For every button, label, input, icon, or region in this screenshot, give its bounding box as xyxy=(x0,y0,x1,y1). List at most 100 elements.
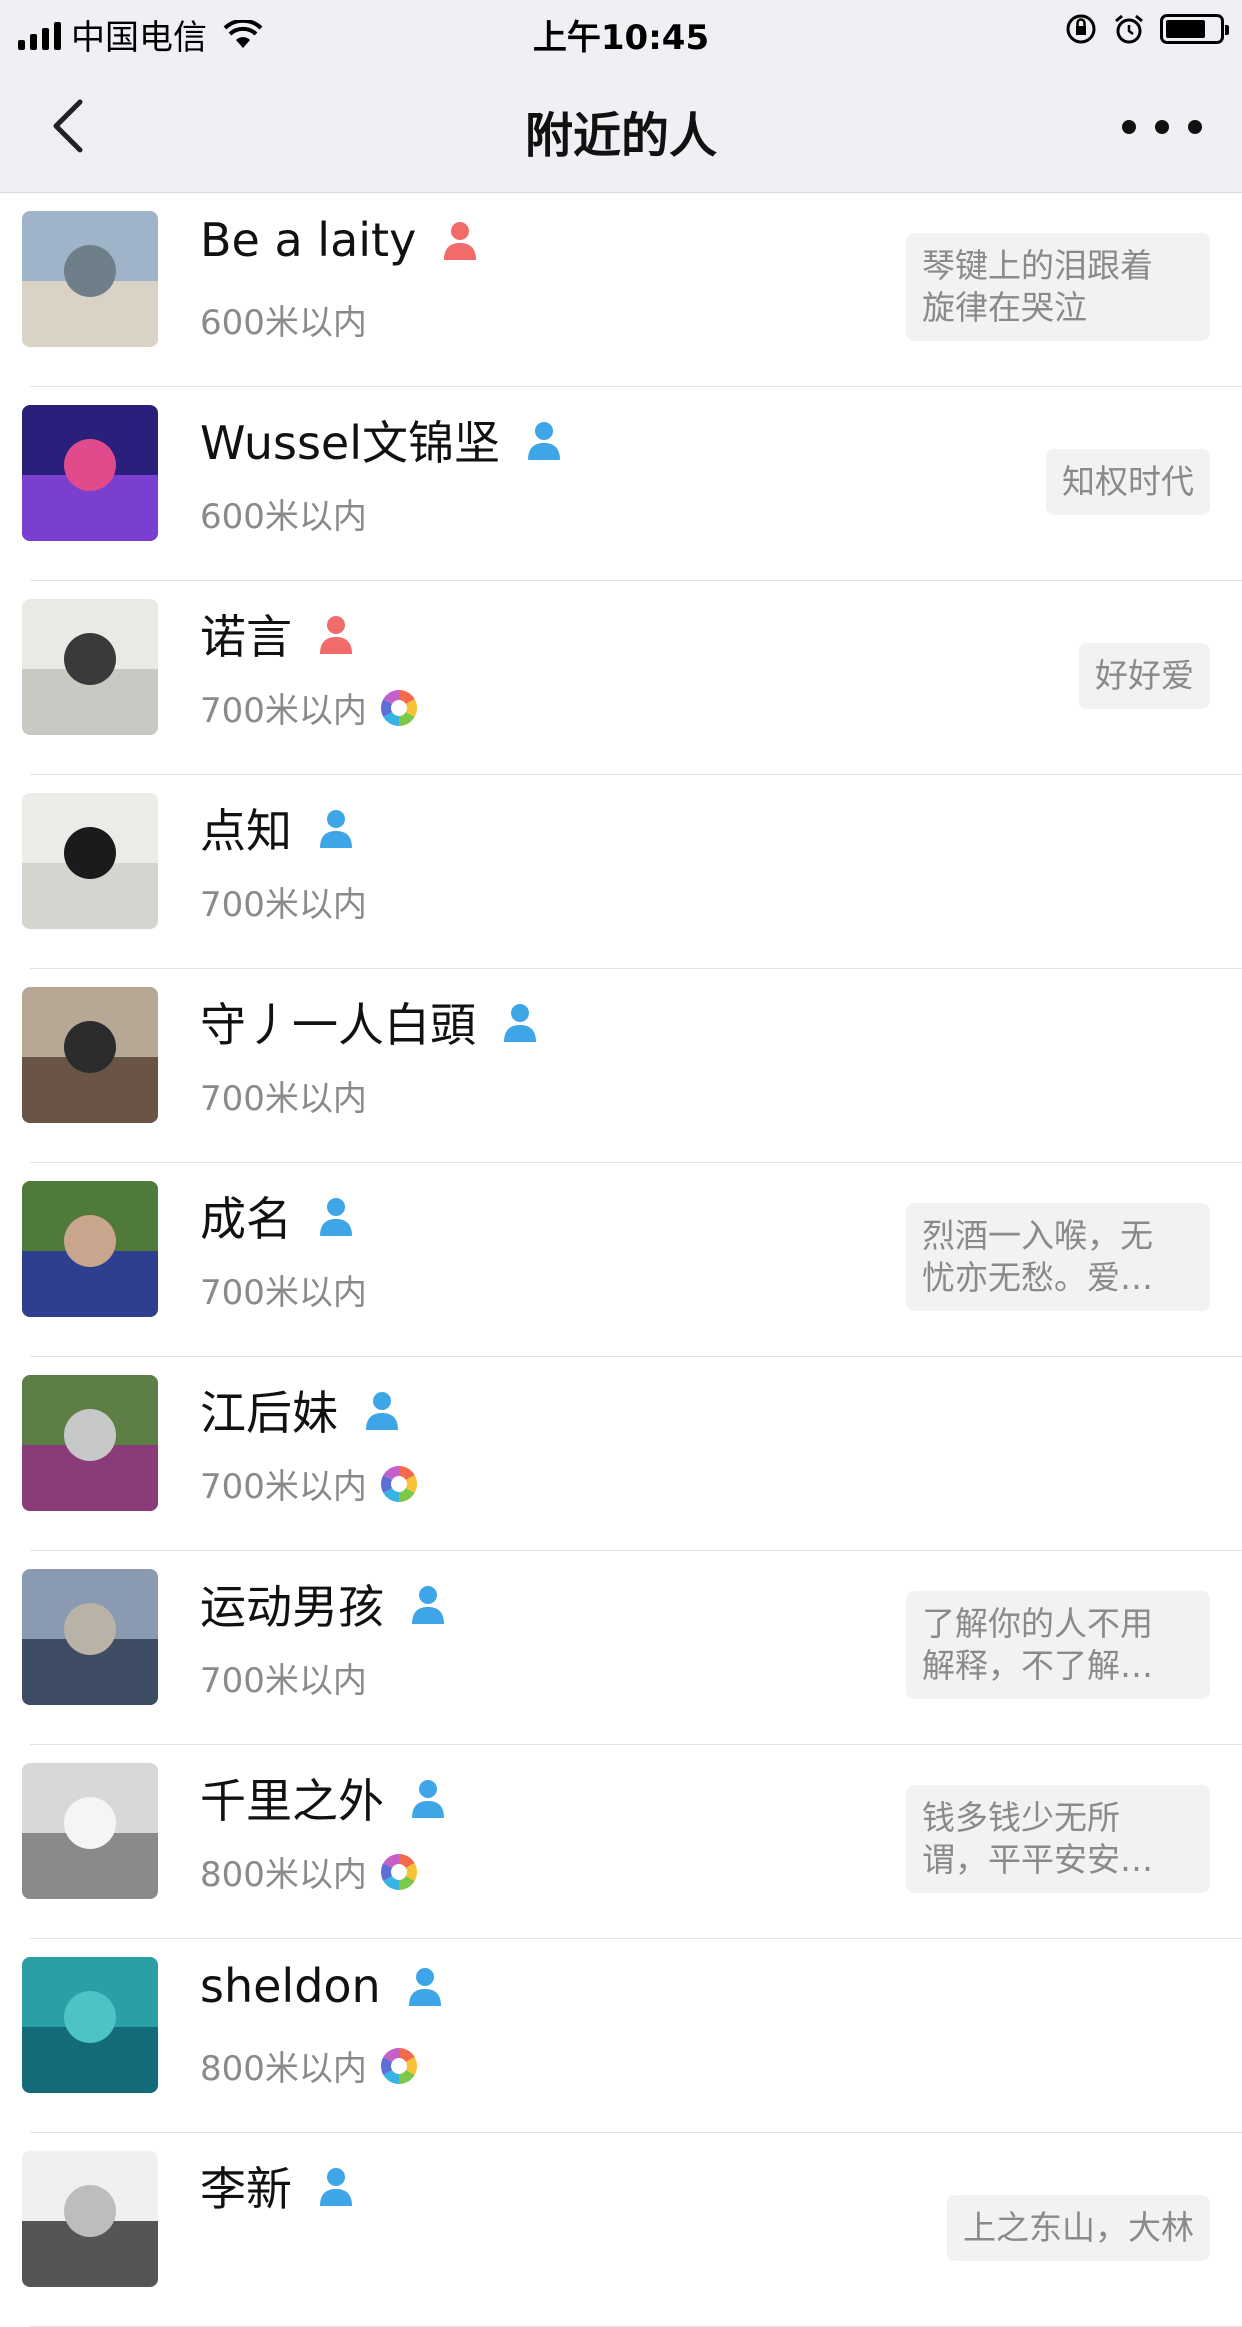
person-row[interactable]: Be a laity 600米以内 琴键上的泪跟着 旋律在哭泣 xyxy=(0,193,1242,387)
name-line: 诺言 xyxy=(200,601,358,667)
distance-text: 600米以内 xyxy=(200,497,367,537)
person-row[interactable]: 江后妹 700米以内 xyxy=(0,1357,1242,1551)
avatar[interactable] xyxy=(22,987,158,1123)
signature-line: 忧亦无愁。爱… xyxy=(922,1258,1153,1297)
signature-line: 好好爱 xyxy=(1095,656,1194,695)
male-icon xyxy=(320,1198,352,1236)
distance-text: 800米以内 xyxy=(200,1855,367,1895)
signature-bubble: 烈酒一入喉，无 忧亦无愁。爱… xyxy=(906,1203,1210,1311)
signature-bubble: 好好爱 xyxy=(1079,643,1210,709)
avatar[interactable] xyxy=(22,1375,158,1511)
distance-line: 700米以内 xyxy=(200,1265,367,1314)
distance-line: 600米以内 xyxy=(200,489,367,538)
person-row[interactable]: 成名 700米以内 烈酒一入喉，无 忧亦无愁。爱… xyxy=(0,1163,1242,1357)
avatar[interactable] xyxy=(22,2151,158,2287)
person-row[interactable]: 千里之外 800米以内 钱多钱少无所 谓，平平安安… xyxy=(0,1745,1242,1939)
moments-icon xyxy=(380,1853,417,1890)
name-line: Wussel文锦坚 xyxy=(200,407,566,473)
person-row[interactable]: sheldon 800米以内 xyxy=(0,1939,1242,2133)
avatar[interactable] xyxy=(22,211,158,347)
person-name: Wussel文锦坚 xyxy=(200,416,501,470)
male-icon xyxy=(504,1004,536,1042)
signature-bubble: 了解你的人不用 解释，不了解… xyxy=(906,1591,1210,1699)
person-name: Be a laity xyxy=(200,213,417,267)
person-row[interactable]: 点知 700米以内 xyxy=(0,775,1242,969)
male-icon xyxy=(412,1586,444,1624)
person-row[interactable]: 诺言 700米以内 好好爱 xyxy=(0,581,1242,775)
battery-icon xyxy=(1160,14,1229,44)
status-time: 上午10:45 xyxy=(532,18,710,58)
distance-text: 700米以内 xyxy=(200,1079,367,1119)
person-name: 守丿一人白頭 xyxy=(200,998,476,1052)
navigation-bar: 附近的人 xyxy=(0,62,1242,192)
avatar[interactable] xyxy=(22,1181,158,1317)
signature-line: 旋律在哭泣 xyxy=(922,288,1087,327)
male-icon xyxy=(366,1392,398,1430)
battery-level xyxy=(1166,20,1205,38)
female-icon xyxy=(320,616,352,654)
person-name: 诺言 xyxy=(200,610,292,664)
dot-icon xyxy=(1122,120,1136,134)
female-icon xyxy=(444,222,477,260)
person-name: 千里之外 xyxy=(200,1774,384,1828)
avatar[interactable] xyxy=(22,405,158,541)
status-bar: 中国电信 上午10:45 xyxy=(0,0,1242,62)
name-line: sheldon xyxy=(200,1959,447,2013)
signature-line: 知权时代 xyxy=(1062,462,1194,501)
distance-line: 700米以内 xyxy=(200,1071,367,1120)
name-line: Be a laity xyxy=(200,213,482,267)
person-row[interactable]: 李新 上之东山，大林 xyxy=(0,2133,1242,2327)
male-icon xyxy=(528,422,561,460)
dot-icon xyxy=(1155,120,1169,134)
avatar[interactable] xyxy=(22,1763,158,1899)
distance-line: 700米以内 xyxy=(200,683,419,732)
name-line: 江后妹 xyxy=(200,1377,404,1443)
nearby-people-list: Be a laity 600米以内 琴键上的泪跟着 旋律在哭泣 Wussel文锦坚… xyxy=(0,193,1242,2327)
page-title: 附近的人 xyxy=(524,108,717,164)
alarm-icon xyxy=(1115,14,1143,44)
person-name: 点知 xyxy=(200,804,292,858)
signature-line: 烈酒一入喉，无 xyxy=(922,1216,1153,1255)
person-name: 江后妹 xyxy=(200,1386,338,1440)
name-line: 成名 xyxy=(200,1183,358,1249)
distance-line: 800米以内 xyxy=(200,2041,419,2090)
more-options-button[interactable] xyxy=(1122,112,1202,142)
status-right xyxy=(1064,12,1229,46)
male-icon xyxy=(408,1968,441,2006)
distance-text: 800米以内 xyxy=(200,2049,367,2089)
distance-line: 600米以内 xyxy=(200,295,367,344)
name-line: 李新 xyxy=(200,2153,358,2219)
name-line: 运动男孩 xyxy=(200,1571,450,1637)
top-bar: 中国电信 上午10:45 附近的人 xyxy=(0,0,1242,193)
avatar[interactable] xyxy=(22,1957,158,2093)
distance-line: 700米以内 xyxy=(200,1459,419,1508)
signature-line: 钱多钱少无所 xyxy=(922,1798,1120,1837)
rotation-lock-icon xyxy=(1066,14,1096,44)
moments-icon xyxy=(380,689,417,726)
signature-line: 解释，不了解… xyxy=(922,1646,1153,1685)
dot-icon xyxy=(1188,120,1202,134)
avatar[interactable] xyxy=(22,599,158,735)
name-line: 点知 xyxy=(200,795,358,861)
signature-bubble: 钱多钱少无所 谓，平平安安… xyxy=(906,1785,1210,1893)
signature-bubble: 知权时代 xyxy=(1046,449,1210,515)
moments-icon xyxy=(380,2047,417,2084)
signature-line: 上之东山，大林 xyxy=(963,2208,1194,2247)
male-icon xyxy=(412,1780,444,1818)
signature-line: 琴键上的泪跟着 xyxy=(922,246,1153,285)
distance-text: 700米以内 xyxy=(200,691,367,731)
distance-text: 600米以内 xyxy=(200,303,367,343)
distance-text: 700米以内 xyxy=(200,885,367,925)
distance-text: 700米以内 xyxy=(200,1273,367,1313)
moments-icon xyxy=(380,1465,417,1502)
person-row[interactable]: 运动男孩 700米以内 了解你的人不用 解释，不了解… xyxy=(0,1551,1242,1745)
distance-line: 800米以内 xyxy=(200,1847,419,1896)
avatar[interactable] xyxy=(22,793,158,929)
distance-text: 700米以内 xyxy=(200,1467,367,1507)
signature-bubble: 上之东山，大林 xyxy=(947,2195,1210,2261)
person-row[interactable]: 守丿一人白頭 700米以内 xyxy=(0,969,1242,1163)
name-line: 千里之外 xyxy=(200,1765,450,1831)
avatar[interactable] xyxy=(22,1569,158,1705)
person-row[interactable]: Wussel文锦坚 600米以内 知权时代 xyxy=(0,387,1242,581)
male-icon xyxy=(320,810,352,848)
